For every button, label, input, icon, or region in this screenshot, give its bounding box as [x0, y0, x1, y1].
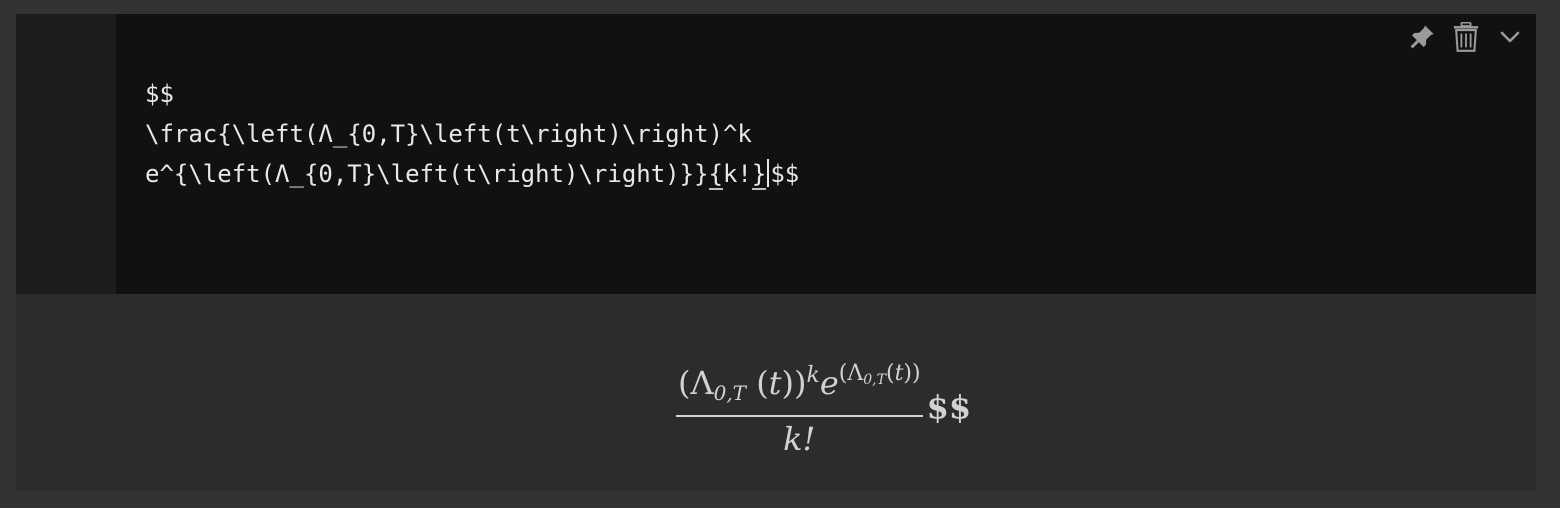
code-line-text: $$: [770, 160, 800, 188]
latex-source[interactable]: $$ \frac{\left(Λ_{0,T}\left(t\right)\righ…: [145, 74, 799, 194]
code-line-text: e^{\left(Λ_{0,T}\left(t\right)\right)}}: [145, 160, 709, 188]
chevron-down-icon[interactable]: [1494, 22, 1526, 52]
fraction: (Λ0,T (t))ke(Λ0,T(t)) k!: [676, 352, 923, 461]
math-exponent: (Λ0,T(t)): [838, 361, 921, 388]
math-subscript: 0,T: [713, 381, 747, 405]
math-cell[interactable]: $$ \frac{\left(Λ_{0,T}\left(t\right)\righ…: [16, 14, 1536, 491]
code-line: e^{\left(Λ_{0,T}\left(t\right)\right)}}{…: [145, 154, 799, 194]
trailing-text: $$: [926, 387, 972, 426]
code-line-text: k!: [722, 160, 752, 188]
fraction-denominator: k!: [783, 420, 816, 458]
pin-icon[interactable]: [1406, 22, 1438, 52]
code-line: \frac{\left(Λ_{0,T}\left(t\right)\right)…: [145, 120, 752, 148]
code-editor[interactable]: $$ \frac{\left(Λ_{0,T}\left(t\right)\righ…: [116, 14, 1536, 294]
math-text: (: [746, 364, 769, 402]
rendered-formula: (Λ0,T (t))ke(Λ0,T(t)) k! $$: [676, 352, 971, 461]
math-text: (: [885, 361, 895, 386]
cell-gutter: [16, 14, 116, 294]
math-superscript: k: [806, 363, 820, 388]
math-text: (Λ: [838, 361, 864, 386]
math-subscript: 0,T: [863, 372, 886, 388]
math-preview: (Λ0,T (t))ke(Λ0,T(t)) k! $$: [16, 294, 1536, 491]
trash-icon[interactable]: [1450, 22, 1482, 52]
math-variable: t: [768, 364, 782, 402]
math-text: )): [781, 364, 807, 402]
matched-open-brace: {: [708, 160, 723, 190]
cell-toolbar: [1406, 22, 1526, 52]
fraction-numerator: (Λ0,T (t))ke(Λ0,T(t)): [676, 352, 923, 415]
matched-close-brace: }: [751, 160, 767, 190]
math-text: (Λ: [678, 364, 714, 402]
code-line: $$: [145, 80, 174, 108]
math-text: )): [903, 361, 921, 386]
math-variable: e: [819, 364, 839, 402]
